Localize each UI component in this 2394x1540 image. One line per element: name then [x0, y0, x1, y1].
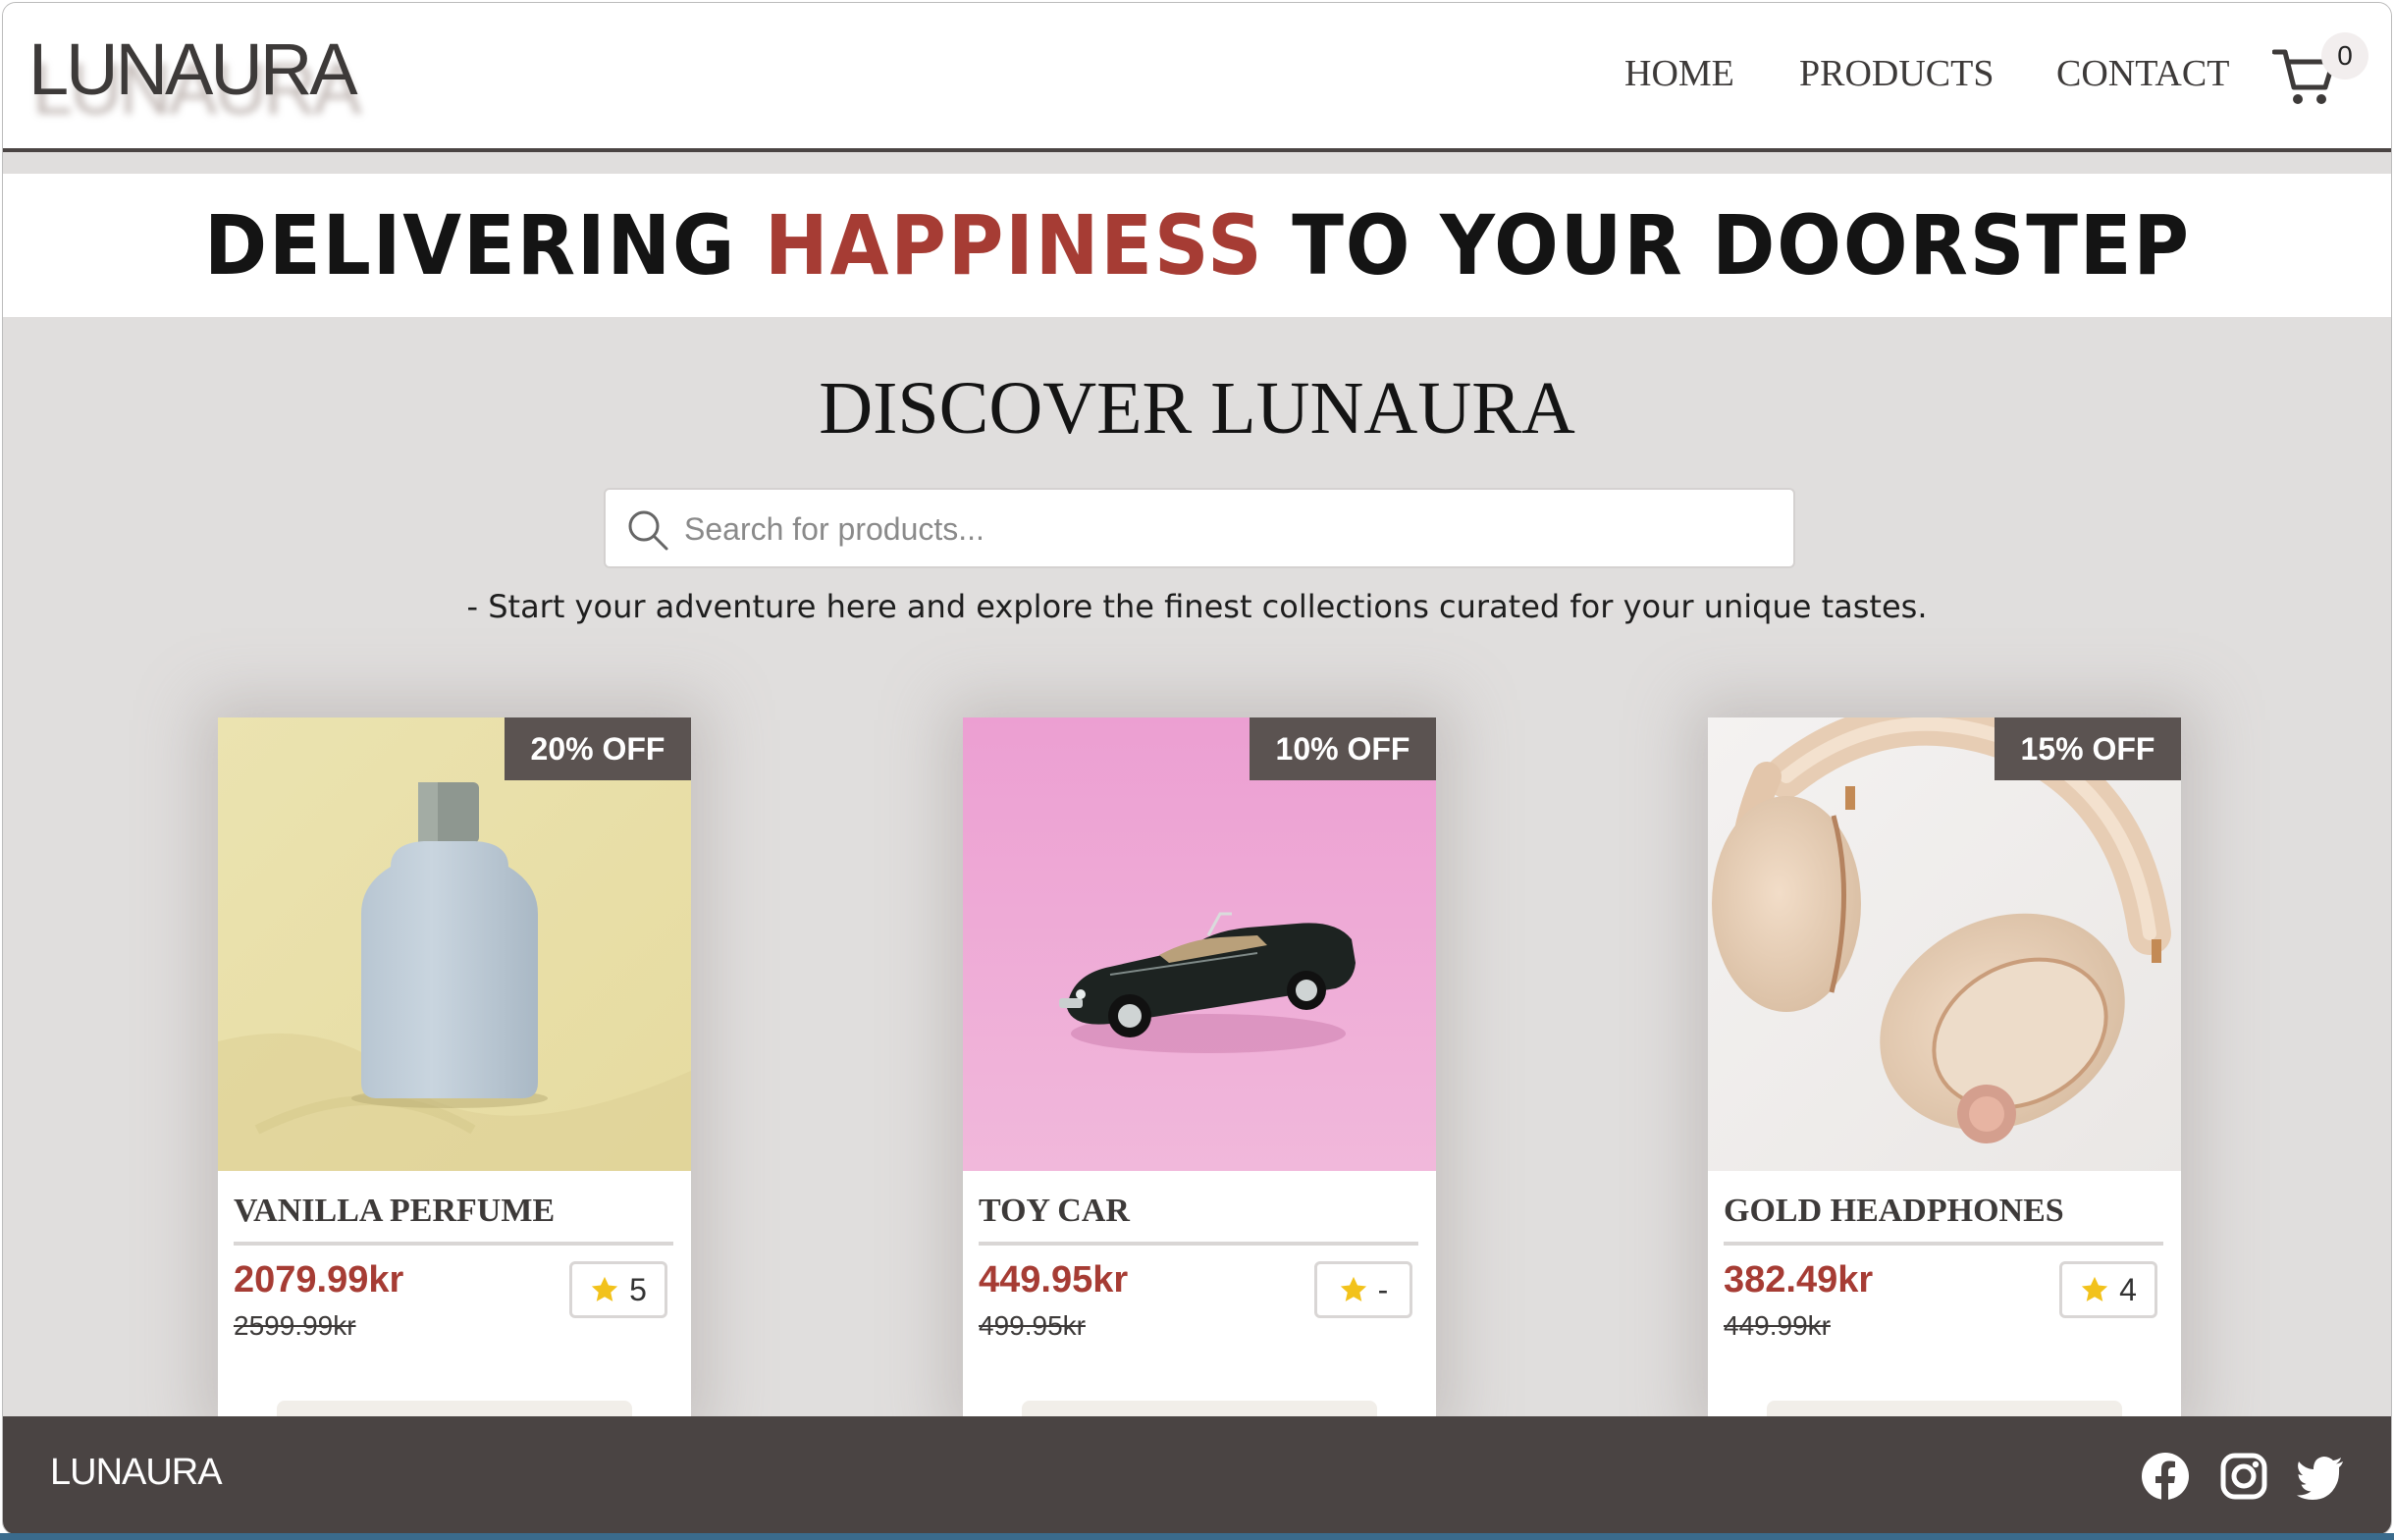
site-footer: LUNAURA — [3, 1416, 2391, 1534]
twitter-icon[interactable] — [2296, 1452, 2345, 1501]
discover-title: DISCOVER LUNAURA — [819, 367, 1575, 450]
hero-banner: DELIVERING HAPPINESS TO YOUR DOORSTEP — [3, 174, 2391, 317]
nav-products[interactable]: PRODUCTS — [1799, 52, 1995, 95]
rating-value: - — [1377, 1271, 1389, 1307]
product-card-gold-headphones[interactable]: 15% OFF GOLD HEADPHONES 382.49kr 449.99k… — [1708, 717, 2181, 1424]
tagline: - Start your adventure here and explore … — [466, 588, 1928, 625]
rating-box: 5 — [569, 1261, 667, 1318]
product-price: 449.95kr — [979, 1259, 1129, 1301]
product-old-price: 449.99kr — [1724, 1310, 1831, 1341]
star-icon — [591, 1276, 618, 1301]
logo-text: LUNAURA — [28, 28, 358, 110]
rating-box: - — [1314, 1261, 1412, 1318]
product-card-toy-car[interactable]: 10% OFF TOY CAR 449.95kr 499.95kr - — [963, 717, 1436, 1424]
product-name: GOLD HEADPHONES — [1724, 1185, 2163, 1246]
page-frame: LUNAURA LUNAURA HOME PRODUCTS CONTACT 0 … — [2, 2, 2392, 1535]
rating-box: 4 — [2059, 1261, 2157, 1318]
rating-value: 5 — [629, 1271, 647, 1307]
rating-value: 4 — [2119, 1271, 2137, 1307]
product-old-price: 499.95kr — [979, 1310, 1086, 1341]
star-icon — [2081, 1276, 2108, 1301]
discount-badge: 20% OFF — [505, 717, 691, 780]
product-name: VANILLA PERFUME — [234, 1185, 673, 1246]
banner-text-part1: DELIVERING — [203, 197, 765, 293]
product-card-vanilla-perfume[interactable]: 20% OFF VANILLA PERFUME 2079.99kr 2599.9… — [218, 717, 691, 1424]
product-image-toy-car: 10% OFF — [963, 717, 1436, 1171]
banner-highlight: HAPPINESS — [764, 197, 1264, 293]
star-icon — [1340, 1276, 1366, 1301]
product-image-perfume: 20% OFF — [218, 717, 691, 1171]
cart-count-badge: 0 — [2321, 32, 2368, 80]
discount-badge: 10% OFF — [1250, 717, 1436, 780]
nav-contact[interactable]: CONTACT — [2056, 52, 2229, 95]
product-name: TOY CAR — [979, 1185, 1418, 1246]
site-header: LUNAURA LUNAURA HOME PRODUCTS CONTACT 0 — [3, 3, 2391, 152]
product-old-price: 2599.99kr — [234, 1310, 356, 1341]
discount-badge: 15% OFF — [1995, 717, 2181, 780]
product-price: 2079.99kr — [234, 1259, 404, 1301]
facebook-icon[interactable] — [2141, 1452, 2190, 1501]
search-bar — [604, 488, 1795, 568]
search-input[interactable] — [682, 490, 1776, 568]
window-bottom-edge — [0, 1533, 2394, 1540]
search-icon — [628, 510, 668, 551]
banner-headline: DELIVERING HAPPINESS TO YOUR DOORSTEP — [204, 174, 2191, 317]
nav-home[interactable]: HOME — [1624, 52, 1734, 95]
banner-text-part2: TO YOUR DOORSTEP — [1263, 197, 2191, 293]
product-price: 382.49kr — [1724, 1259, 1874, 1301]
footer-logo[interactable]: LUNAURA — [50, 1452, 223, 1494]
instagram-icon[interactable] — [2219, 1452, 2268, 1501]
product-image-headphones: 15% OFF — [1708, 717, 2181, 1171]
